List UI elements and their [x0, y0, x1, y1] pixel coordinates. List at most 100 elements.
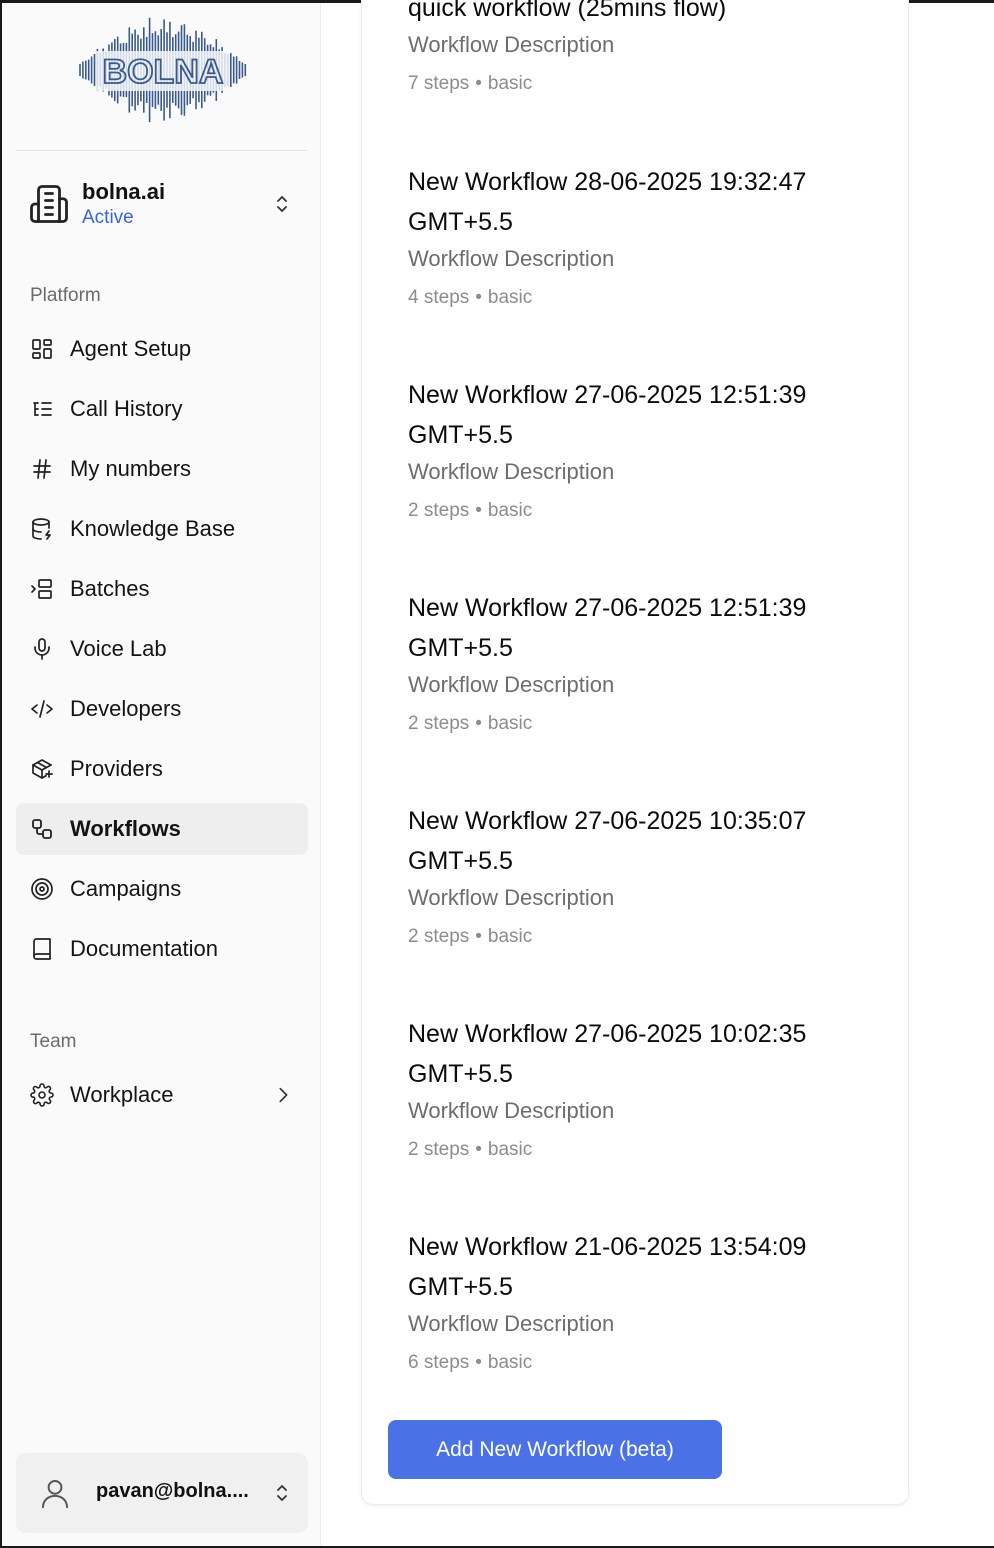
add-new-workflow-button[interactable]: Add New Workflow (beta): [388, 1420, 722, 1479]
workflow-meta: 6 steps • basic: [408, 1351, 878, 1375]
org-switcher[interactable]: bolna.ai Active: [16, 163, 308, 247]
sidebar-item-batches[interactable]: Batches: [16, 563, 308, 615]
workflow-icon: [32, 819, 52, 839]
logo-text: BOLNA: [103, 53, 224, 91]
workflow-steps: 2 steps: [408, 1139, 470, 1160]
sidebar-item-label: Documentation: [70, 936, 218, 961]
workflow-steps: 2 steps: [408, 926, 470, 947]
sidebar-item-call-history[interactable]: Call History: [16, 383, 308, 435]
section-label-platform: Platform: [30, 285, 101, 306]
workflow-item[interactable]: New Workflow 28-06-2025 19:32:47 GMT+5.5…: [408, 162, 878, 310]
sidebar-item-voice-lab[interactable]: Voice Lab: [16, 623, 308, 675]
workflow-type: basic: [487, 713, 533, 734]
meta-separator: •: [475, 73, 482, 94]
user-menu[interactable]: pavan@bolna....: [16, 1453, 308, 1533]
workflow-steps: 6 steps: [408, 1352, 470, 1373]
chevrons-up-down-icon: [277, 196, 287, 212]
section-label-team: Team: [30, 1031, 77, 1052]
meta-separator: •: [475, 287, 482, 308]
sidebar-item-label: Workplace: [70, 1082, 174, 1107]
sidebar-item-label: Campaigns: [70, 876, 182, 901]
workflow-type: basic: [487, 1139, 533, 1160]
workflow-meta: 4 steps • basic: [408, 286, 878, 310]
workflow-meta: 2 steps • basic: [408, 712, 878, 736]
workflow-steps: 4 steps: [408, 287, 470, 308]
org-name: bolna.ai: [82, 179, 166, 204]
sidebar-item-label: Knowledge Base: [70, 516, 236, 541]
workflow-meta: 2 steps • basic: [408, 1138, 878, 1162]
workflow-description: Workflow Description: [408, 885, 615, 910]
workflow-steps: 2 steps: [408, 500, 470, 521]
workflow-title: New Workflow 27-06-2025 10:02:35 GMT+5.5: [408, 1020, 807, 1088]
grid-icon: [32, 339, 52, 359]
workflow-description: Workflow Description: [408, 1098, 615, 1123]
workflow-item[interactable]: New Workflow 27-06-2025 10:02:35 GMT+5.5…: [408, 1014, 878, 1162]
code-icon: [31, 700, 53, 718]
bolna-logo: BOLNA: [79, 17, 247, 123]
workflow-title: New Workflow 27-06-2025 12:51:39 GMT+5.5: [408, 594, 807, 662]
workflow-meta: 2 steps • basic: [408, 499, 878, 523]
workflow-meta: 2 steps • basic: [408, 925, 878, 949]
sidebar-item-label: Developers: [70, 696, 182, 721]
book-icon: [33, 938, 51, 960]
list-icon: [33, 402, 52, 416]
sidebar-item-developers[interactable]: Developers: [16, 683, 308, 735]
workflow-description: Workflow Description: [408, 1311, 615, 1336]
sidebar-item-label: Agent Setup: [70, 336, 192, 361]
sidebar-item-my-numbers[interactable]: My numbers: [16, 443, 308, 495]
hash-icon: [33, 459, 51, 479]
workflow-description: Workflow Description: [408, 459, 615, 484]
workflow-description: Workflow Description: [408, 246, 615, 271]
workflow-item[interactable]: New Workflow 21-06-2025 13:54:09 GMT+5.5…: [408, 1227, 878, 1375]
gear-icon: [30, 1083, 54, 1107]
sidebar-item-providers[interactable]: Providers: [16, 743, 308, 795]
workflow-item[interactable]: New Workflow 27-06-2025 12:51:39 GMT+5.5…: [408, 375, 878, 523]
user-icon: [41, 1479, 69, 1509]
workflow-title: New Workflow 27-06-2025 10:35:07 GMT+5.5: [408, 807, 807, 875]
workflow-steps: 7 steps: [408, 73, 470, 94]
sidebar-item-label: Voice Lab: [70, 636, 167, 661]
user-email: pavan@bolna....: [96, 1480, 249, 1502]
workflow-title: quick workflow (25mins flow): [408, 0, 727, 22]
sidebar-item-label: Call History: [70, 396, 183, 421]
sidebar-item-workflows[interactable]: Workflows: [16, 803, 308, 855]
sidebar-item-label: Providers: [70, 756, 163, 781]
workflow-type: basic: [487, 1352, 533, 1373]
sidebar-item-campaigns[interactable]: Campaigns: [16, 863, 308, 915]
workflow-title: New Workflow 21-06-2025 13:54:09 GMT+5.5: [408, 1233, 807, 1301]
workflow-type: basic: [487, 926, 533, 947]
chevrons-up-down-icon: [277, 1485, 287, 1501]
batches-icon: [31, 579, 52, 599]
workflow-description: Workflow Description: [408, 672, 615, 697]
meta-separator: •: [475, 926, 482, 947]
target-icon: [31, 878, 53, 900]
building-icon: [30, 185, 68, 223]
meta-separator: •: [475, 500, 482, 521]
sidebar: BOLNA bolna.ai Active Platform Agent Set…: [2, 3, 321, 1546]
meta-separator: •: [475, 1352, 482, 1373]
workflow-description: Workflow Description: [408, 32, 615, 57]
workflow-type: basic: [487, 500, 533, 521]
sidebar-item-workplace[interactable]: Workplace: [16, 1069, 308, 1121]
sidebar-item-knowledge-base[interactable]: Knowledge Base: [16, 503, 308, 555]
mic-icon: [34, 638, 50, 660]
sidebar-item-documentation[interactable]: Documentation: [16, 923, 308, 975]
sidebar-divider: [16, 150, 308, 151]
sidebar-item-label: Batches: [70, 576, 150, 601]
meta-separator: •: [475, 713, 482, 734]
sidebar-item-agent-setup[interactable]: Agent Setup: [16, 323, 308, 375]
org-status: Active: [82, 207, 134, 228]
workflow-item[interactable]: New Workflow 27-06-2025 10:35:07 GMT+5.5…: [408, 801, 878, 949]
workflow-type: basic: [487, 73, 533, 94]
sidebar-item-label: My numbers: [70, 456, 192, 481]
database-icon: [32, 518, 51, 540]
chevron-right-icon: [279, 1087, 288, 1103]
workflow-item[interactable]: quick workflow (25mins flow) Workflow De…: [408, 0, 878, 96]
workflow-title: New Workflow 27-06-2025 12:51:39 GMT+5.5: [408, 381, 807, 449]
workflow-title: New Workflow 28-06-2025 19:32:47 GMT+5.5: [408, 168, 807, 236]
workflow-item[interactable]: New Workflow 27-06-2025 12:51:39 GMT+5.5…: [408, 588, 878, 736]
package-icon: [32, 759, 53, 779]
workflow-steps: 2 steps: [408, 713, 470, 734]
workflow-type: basic: [487, 287, 533, 308]
meta-separator: •: [475, 1139, 482, 1160]
